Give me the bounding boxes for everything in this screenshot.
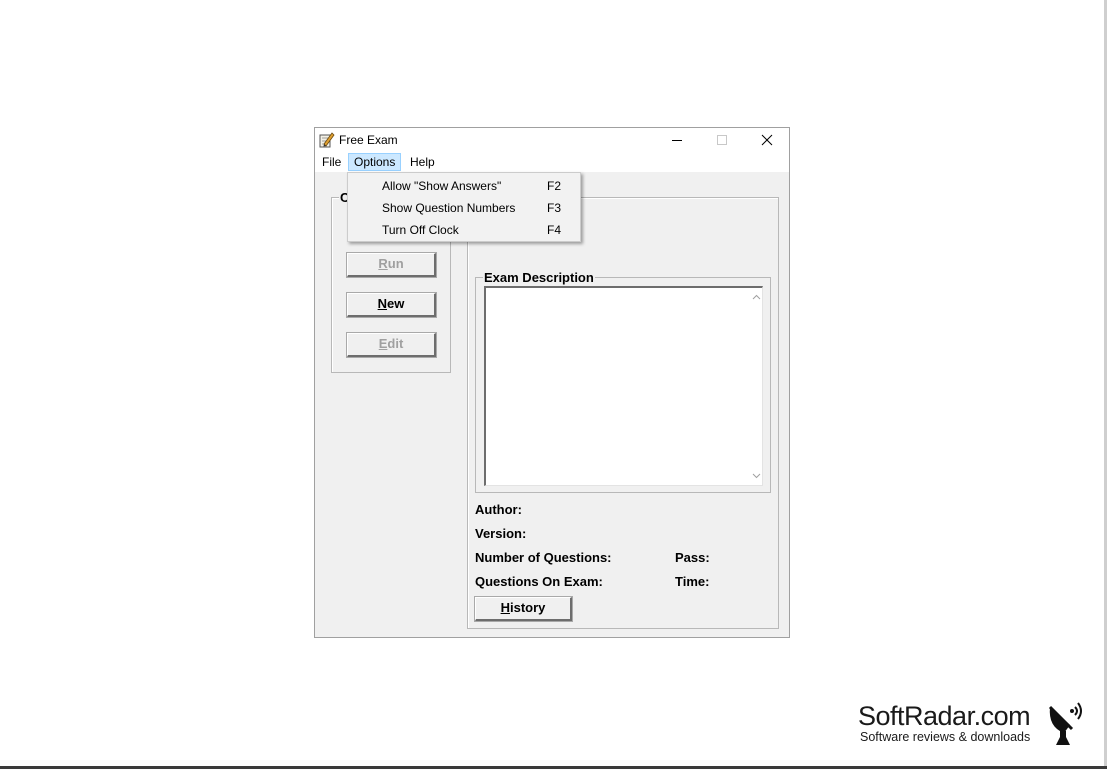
scroll-down-button[interactable] bbox=[749, 469, 763, 483]
menu-item-label: Show Question Numbers bbox=[382, 201, 516, 215]
menu-bar: File Options Help bbox=[315, 152, 789, 172]
run-button-label: un bbox=[387, 256, 404, 271]
chevron-up-icon bbox=[752, 294, 760, 300]
window-title: Free Exam bbox=[339, 133, 398, 147]
menu-item-label: Allow "Show Answers" bbox=[382, 179, 502, 193]
menu-item-shortcut: F4 bbox=[547, 223, 562, 237]
minimize-icon bbox=[672, 140, 682, 141]
exam-description-textarea[interactable] bbox=[484, 286, 763, 486]
maximize-button[interactable] bbox=[700, 128, 744, 152]
run-button[interactable]: Run bbox=[346, 252, 437, 278]
chevron-down-icon bbox=[752, 473, 760, 479]
minimize-button[interactable] bbox=[655, 128, 699, 152]
number-of-questions-label: Number of Questions: bbox=[475, 550, 612, 565]
pencil-notepad-icon bbox=[319, 132, 335, 148]
menu-item-label: Turn Off Clock bbox=[382, 223, 459, 237]
menu-item-shortcut: F3 bbox=[547, 201, 562, 215]
history-button[interactable]: History bbox=[474, 596, 573, 622]
time-label: Time: bbox=[675, 574, 710, 589]
menu-item-show-question-numbers[interactable]: Show Question Numbers F3 bbox=[348, 197, 580, 219]
options-dropdown-menu: Allow "Show Answers" F2 Show Question Nu… bbox=[347, 172, 581, 242]
version-label: Version: bbox=[475, 526, 527, 541]
new-button-mnemonic: N bbox=[377, 296, 388, 311]
new-button[interactable]: New bbox=[346, 292, 437, 318]
pass-label: Pass: bbox=[675, 550, 710, 565]
edit-button-label: dit bbox=[387, 336, 404, 351]
new-button-label: ew bbox=[387, 296, 405, 311]
exam-description-label: Exam Description bbox=[483, 270, 595, 285]
menu-item-allow-show-answers[interactable]: Allow "Show Answers" F2 bbox=[348, 175, 580, 197]
watermark-title: SoftRadar.com bbox=[858, 701, 1031, 731]
history-button-label: istory bbox=[509, 600, 546, 615]
edit-button[interactable]: Edit bbox=[346, 332, 437, 358]
menu-item-shortcut: F2 bbox=[547, 179, 562, 193]
history-button-mnemonic: H bbox=[500, 600, 510, 615]
title-bar: Free Exam bbox=[315, 128, 789, 152]
softradar-watermark: SoftRadar.com Software reviews & downloa… bbox=[858, 701, 1088, 747]
questions-on-exam-label: Questions On Exam: bbox=[475, 574, 603, 589]
close-icon bbox=[761, 134, 773, 146]
scroll-up-button[interactable] bbox=[749, 290, 763, 304]
maximize-icon bbox=[717, 135, 727, 145]
satellite-dish-icon bbox=[1048, 702, 1082, 745]
author-label: Author: bbox=[475, 502, 522, 517]
close-button[interactable] bbox=[745, 128, 789, 152]
menu-help[interactable]: Help bbox=[405, 153, 440, 171]
menu-file[interactable]: File bbox=[317, 153, 346, 171]
run-button-mnemonic: R bbox=[378, 256, 388, 271]
menu-item-turn-off-clock[interactable]: Turn Off Clock F4 bbox=[348, 219, 580, 241]
menu-options[interactable]: Options bbox=[348, 153, 402, 171]
watermark-subtitle: Software reviews & downloads bbox=[860, 730, 1031, 744]
